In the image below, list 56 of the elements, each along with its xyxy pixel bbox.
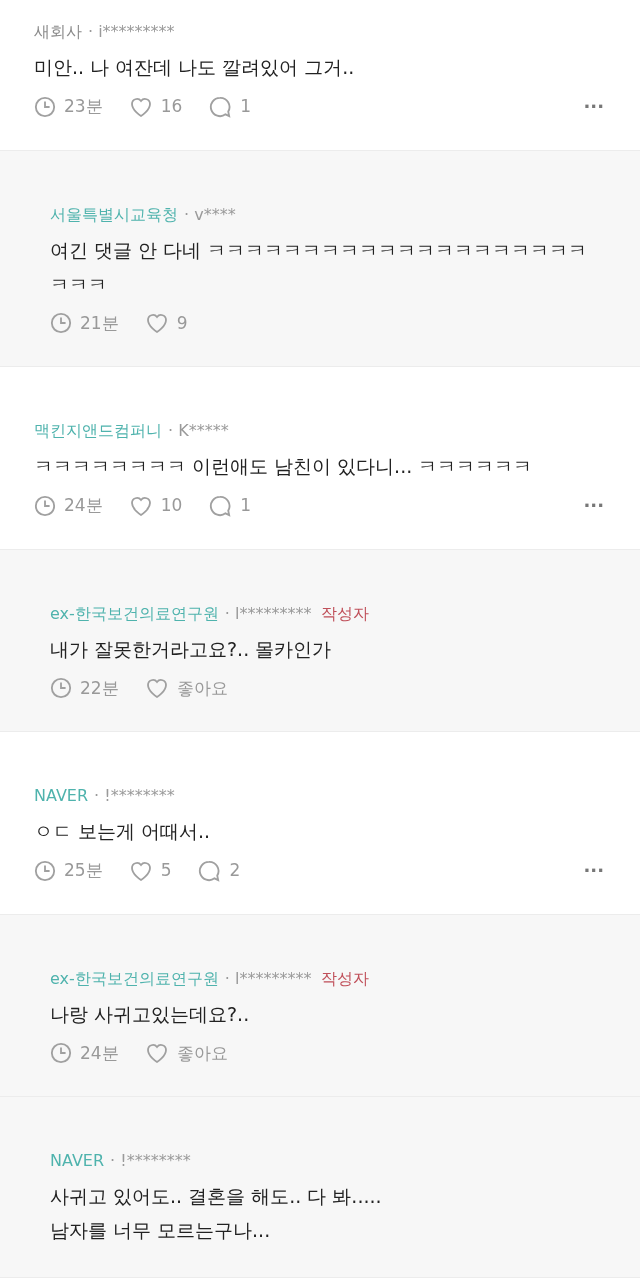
- user-id: · !********: [110, 1150, 191, 1172]
- like-count: 5: [160, 859, 172, 882]
- heart-icon[interactable]: [144, 1042, 169, 1065]
- author-label: 작성자: [321, 602, 370, 625]
- company-name: ex-한국보건의료연구원: [50, 602, 219, 625]
- user-id: · i*********: [88, 21, 175, 43]
- company-name: 맥킨지앤드컴퍼니: [34, 420, 162, 442]
- author-label: 작성자: [321, 967, 370, 990]
- like-count: 10: [160, 494, 183, 517]
- comment-time: 21분: [80, 311, 119, 335]
- reply-count: 1: [240, 494, 252, 517]
- user-id: · v****: [184, 203, 236, 226]
- like-count: 9: [176, 311, 188, 335]
- company-name: 서울특별시교육청: [50, 203, 178, 226]
- company-name: NAVER: [50, 1150, 105, 1172]
- heart-icon[interactable]: [128, 859, 153, 882]
- comment-text: ㅋㅋㅋㅋㅋㅋㅋㅋ 이런애도 남친이 있다니... ㅋㅋㅋㅋㅋㅋ: [34, 454, 534, 479]
- comment-text: 사귀고 있어도.. 결혼을 해도.. 다 봐..... 남자를 너무 모르는구나...: [50, 1184, 383, 1243]
- like-count: 16: [160, 95, 183, 118]
- user-id: · l*********: [224, 967, 312, 990]
- comment-text: ㅇㄷ 보는게 어때서..: [34, 819, 212, 844]
- more-button[interactable]: ···: [583, 97, 604, 116]
- more-button[interactable]: ···: [583, 861, 604, 880]
- comment-text: 미안.. 나 여잔데 나도 깔려있어 그거..: [34, 55, 356, 80]
- comment-time: 25분: [64, 859, 103, 882]
- speech-bubble-icon[interactable]: [197, 859, 222, 882]
- clock-icon: [50, 1042, 72, 1065]
- clock-icon: [34, 95, 56, 118]
- comment-time: 24분: [64, 494, 103, 517]
- user-id: · !********: [94, 785, 175, 807]
- clock-icon: [50, 677, 72, 700]
- clock-icon: [34, 859, 56, 882]
- heart-icon[interactable]: [144, 677, 169, 700]
- speech-bubble-icon[interactable]: [208, 95, 233, 118]
- like-count: 좋아요: [176, 676, 228, 700]
- more-button[interactable]: ···: [583, 496, 604, 515]
- comment-time: 22분: [80, 676, 119, 700]
- comment-text: 여긴 댓글 안 다네 ㅋㅋㅋㅋㅋㅋㅋㅋㅋㅋㅋㅋㅋㅋㅋㅋㅋㅋㅋㅋㅋㅋㅋ: [50, 237, 589, 297]
- clock-icon: [50, 312, 72, 335]
- reply-count: 1: [240, 95, 252, 118]
- comment-time: 23분: [64, 95, 103, 118]
- reply-count: 2: [229, 859, 241, 882]
- like-count: 좋아요: [176, 1041, 228, 1065]
- comment-text: 내가 잘못한거라고요?.. 몰카인가: [50, 636, 333, 662]
- company-name: ex-한국보건의료연구원: [50, 967, 219, 990]
- clock-icon: [34, 494, 56, 517]
- user-id: · l*********: [224, 602, 312, 625]
- company-name: 새회사: [34, 21, 82, 43]
- comment-time: 24분: [80, 1041, 119, 1065]
- speech-bubble-icon[interactable]: [208, 494, 233, 517]
- heart-icon[interactable]: [144, 312, 169, 335]
- user-id: · K*****: [168, 420, 229, 442]
- heart-icon[interactable]: [128, 95, 153, 118]
- company-name: NAVER: [34, 785, 89, 807]
- comment-text: 나랑 사귀고있는데요?..: [50, 1001, 251, 1027]
- heart-icon[interactable]: [128, 494, 153, 517]
